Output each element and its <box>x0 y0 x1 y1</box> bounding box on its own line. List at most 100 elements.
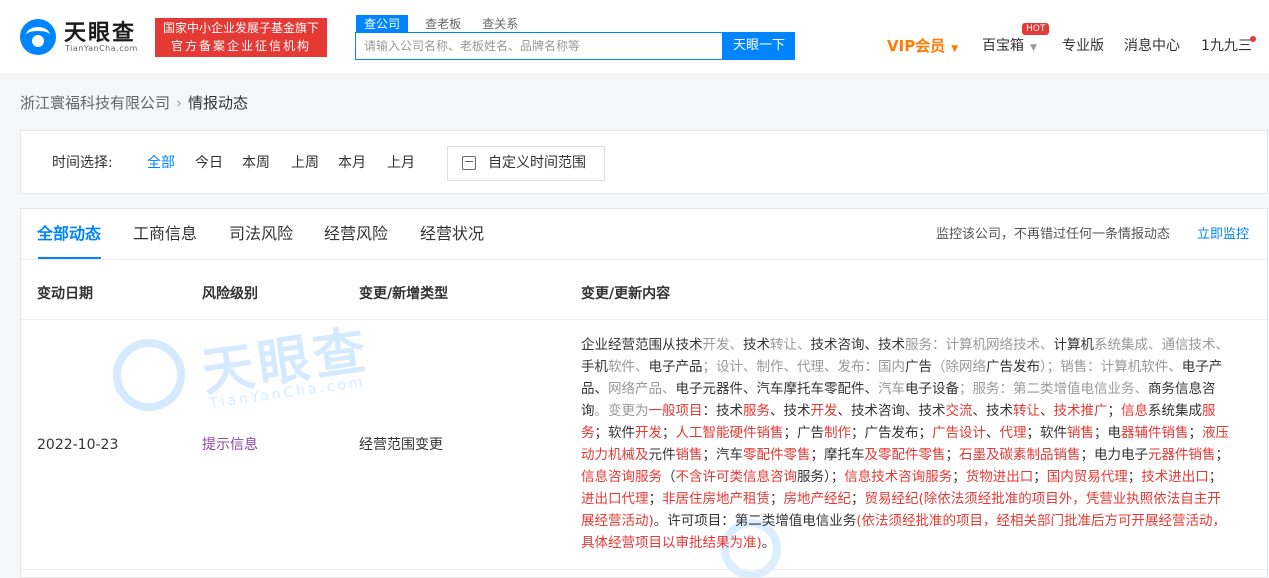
content-segment: 元件 <box>648 447 676 463</box>
official-badge[interactable]: 国家中小企业发展子基金旗下 官方备案企业征信机构 <box>155 18 327 57</box>
content-segment: 开发、 <box>702 337 744 353</box>
content-segment: 企业经营范围从技术 <box>581 337 703 353</box>
treasure-box-label: 百宝箱 <box>982 38 1024 54</box>
content-segment: 、 <box>986 425 1000 441</box>
content-segment: 广告设计 <box>932 425 986 441</box>
tab-operation-risk[interactable]: 经营风险 <box>324 223 388 245</box>
content-segment: 。许可项目：第二类增值电信业务 <box>653 513 857 529</box>
content-segment: 手机 <box>581 359 608 375</box>
column-header-content: 变更/更新内容 <box>581 286 671 302</box>
content-segment: ；广告 <box>783 425 825 441</box>
content-segment: 技术推广 <box>1053 403 1108 419</box>
content-segment: ； <box>851 491 865 507</box>
row-divider <box>21 569 1267 570</box>
content-segment: 元器件销售 <box>1148 447 1216 463</box>
custom-time-range-button[interactable]: 自定义时间范围 <box>447 146 605 181</box>
user-menu[interactable]: 1九九三 <box>1201 36 1252 56</box>
tianyancha-logo[interactable]: 天眼查 TianYanCha.com <box>20 18 146 58</box>
content-segment: 。 <box>761 535 776 551</box>
content-segment: ；软件 <box>594 425 636 441</box>
tab-business-info[interactable]: 工商信息 <box>133 223 197 245</box>
message-center-link[interactable]: 消息中心 <box>1124 36 1180 56</box>
tab-search-boss[interactable]: 查老板 <box>425 15 461 33</box>
content-segment: 技术进出口 <box>1141 469 1209 485</box>
content-segment: 信息 <box>1121 403 1148 419</box>
breadcrumb: 浙江寰福科技有限公司 › 情报动态 <box>20 93 248 113</box>
calendar-icon <box>462 156 476 170</box>
content-segment: 房地产经纪 <box>783 491 852 507</box>
content-segment: ； <box>648 491 663 507</box>
content-segment: 交流 <box>945 403 973 419</box>
content-segment: ；汽车 <box>702 447 744 463</box>
logo-text: 天眼查 <box>64 21 137 46</box>
content-segment: 广告发布 <box>986 359 1040 375</box>
content-segment: ； <box>662 425 676 441</box>
time-filter-panel: 时间选择: 全部 今日 本周 上周 本月 上月 自定义时间范围 <box>20 130 1268 194</box>
tab-search-relation[interactable]: 查关系 <box>482 15 518 33</box>
row-change-type: 经营范围变更 <box>359 437 443 453</box>
content-segment: 技术 <box>743 337 770 353</box>
content-segment: （ <box>662 469 676 485</box>
content-segment: 。变更为 <box>594 403 649 419</box>
content-segment: 电子元器件、汽车摩托车零配件、 <box>675 381 879 397</box>
tab-judicial-risk[interactable]: 司法风险 <box>229 223 293 245</box>
content-segment: 非居住房地产租赁 <box>662 491 770 507</box>
time-option-last-week[interactable]: 上周 <box>291 154 319 172</box>
chevron-right-icon: › <box>176 94 183 112</box>
content-segment: 、技术咨询、技术 <box>837 403 946 419</box>
watermark: 天眼查 TianYanCha.com <box>113 319 413 439</box>
time-option-today[interactable]: 今日 <box>195 154 223 172</box>
time-option-this-week[interactable]: 本周 <box>242 154 270 172</box>
time-option-all[interactable]: 全部 <box>147 154 175 172</box>
time-option-this-month[interactable]: 本月 <box>338 154 366 172</box>
column-header-risk: 风险级别 <box>202 286 258 302</box>
content-segment: ；软件 <box>1026 425 1068 441</box>
content-segment: ； <box>945 447 960 463</box>
content-segment: ；电 <box>1094 425 1121 441</box>
content-segment: 电子产品 <box>648 359 703 375</box>
content-segment: 技术咨询、技术 <box>810 337 906 353</box>
monitor-hint: 监控该公司，不再错过任何一条情报动态 <box>936 227 1171 242</box>
content-segment: ；摩托车 <box>810 447 865 463</box>
search-input[interactable] <box>356 33 722 59</box>
content-segment: ； <box>1127 469 1142 485</box>
eye-logo-icon <box>20 19 56 55</box>
tab-divider <box>21 259 1267 260</box>
content-segment: 转让 <box>1013 403 1040 419</box>
content-segment: ；服务：第二类增值电信业务、 <box>959 381 1148 397</box>
vip-menu[interactable]: VIP会员 ▼ <box>887 36 958 56</box>
breadcrumb-company[interactable]: 浙江寰福科技有限公司 <box>20 94 170 112</box>
content-segment: 系统集成、通信技术、 <box>1094 337 1229 353</box>
badge-line-2: 官方备案企业征信机构 <box>170 39 311 53</box>
content-segment: ；电力电子 <box>1080 447 1149 463</box>
pro-version-link[interactable]: 专业版 <box>1062 36 1104 56</box>
logo-domain: TianYanCha.com <box>65 44 138 53</box>
content-segment: 转让、 <box>770 337 811 353</box>
badge-line-1: 国家中小企业发展子基金旗下 <box>162 21 319 35</box>
content-segment: 零配件零售 <box>743 447 811 463</box>
content-segment: 系统集成 <box>1148 403 1202 419</box>
tab-search-company[interactable]: 查公司 <box>356 15 409 33</box>
content-segment: ； <box>952 469 966 485</box>
content-segment: 石墨及碳素制品销售 <box>959 447 1081 463</box>
content-segment: 服务 <box>743 403 770 419</box>
content-segment: 及零配件零售 <box>864 447 946 463</box>
custom-time-range-label: 自定义时间范围 <box>488 155 586 171</box>
monitor-now-link[interactable]: 立即监控 <box>1197 226 1249 244</box>
content-segment: 计算机 <box>1053 337 1095 353</box>
search-box <box>355 32 723 60</box>
vip-label: VIP会员 <box>887 37 946 55</box>
treasure-box-menu[interactable]: 百宝箱 ▼ <box>982 36 1037 56</box>
content-segment: 网络产品、 <box>608 381 676 397</box>
content-segment: ； <box>770 491 784 507</box>
content-segment: ； <box>1107 403 1122 419</box>
time-option-last-month[interactable]: 上月 <box>387 154 415 172</box>
content-segment: 开发 <box>635 425 662 441</box>
content-segment: ；设计、制作、代理、发布：国内 <box>702 359 906 375</box>
content-segment: 货物进出口 <box>965 469 1034 485</box>
content-segment: 进出口代理 <box>581 491 649 507</box>
content-segment: ； <box>1033 469 1047 485</box>
tab-operation-status[interactable]: 经营状况 <box>420 223 484 245</box>
search-button[interactable]: 天眼一下 <box>723 32 795 60</box>
tab-all-updates[interactable]: 全部动态 <box>37 223 101 245</box>
